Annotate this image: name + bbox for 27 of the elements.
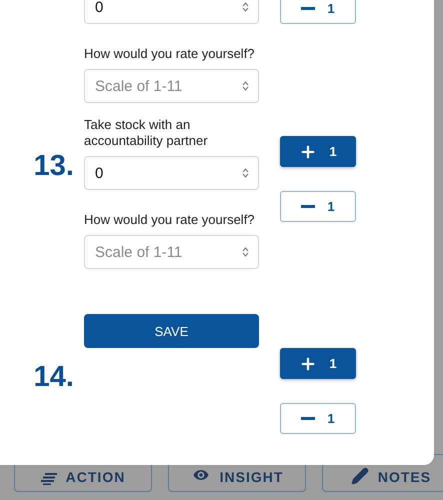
spinner-icon bbox=[242, 80, 249, 92]
minus-icon bbox=[301, 417, 316, 420]
spinner-icon bbox=[242, 246, 249, 258]
bottom-tab[interactable]: NOTES bbox=[322, 454, 443, 492]
field-label: How would you rate yourself? bbox=[84, 212, 256, 228]
plus-icon bbox=[299, 142, 318, 160]
spinner-icon bbox=[242, 167, 249, 179]
spinner-icon bbox=[242, 1, 249, 13]
plus-icon bbox=[299, 354, 318, 372]
number-field[interactable]: Scale of 1-11 bbox=[84, 235, 259, 269]
step-number: 14. bbox=[34, 361, 74, 394]
minus-one-button[interactable]: 1 bbox=[280, 403, 356, 434]
minus-one-button[interactable]: 1 bbox=[280, 0, 356, 24]
minus-one-button[interactable]: 1 bbox=[280, 191, 356, 222]
field-label: How would you rate yourself? bbox=[84, 46, 256, 62]
plus-one-button[interactable]: 1 bbox=[280, 348, 356, 379]
minus-icon bbox=[301, 7, 316, 10]
pencil-icon bbox=[350, 467, 369, 485]
field-label: Take stock with an accountability partner bbox=[84, 117, 209, 149]
number-field[interactable]: Scale of 1-11 bbox=[84, 69, 259, 103]
step-number: 13. bbox=[34, 150, 74, 183]
plus-one-button[interactable]: 1 bbox=[280, 136, 356, 167]
number-field[interactable]: 0 bbox=[84, 156, 259, 190]
number-field[interactable]: 0 bbox=[84, 0, 259, 24]
lines-icon bbox=[40, 473, 57, 485]
save-button[interactable]: SAVE bbox=[84, 314, 259, 348]
minus-icon bbox=[301, 205, 316, 208]
